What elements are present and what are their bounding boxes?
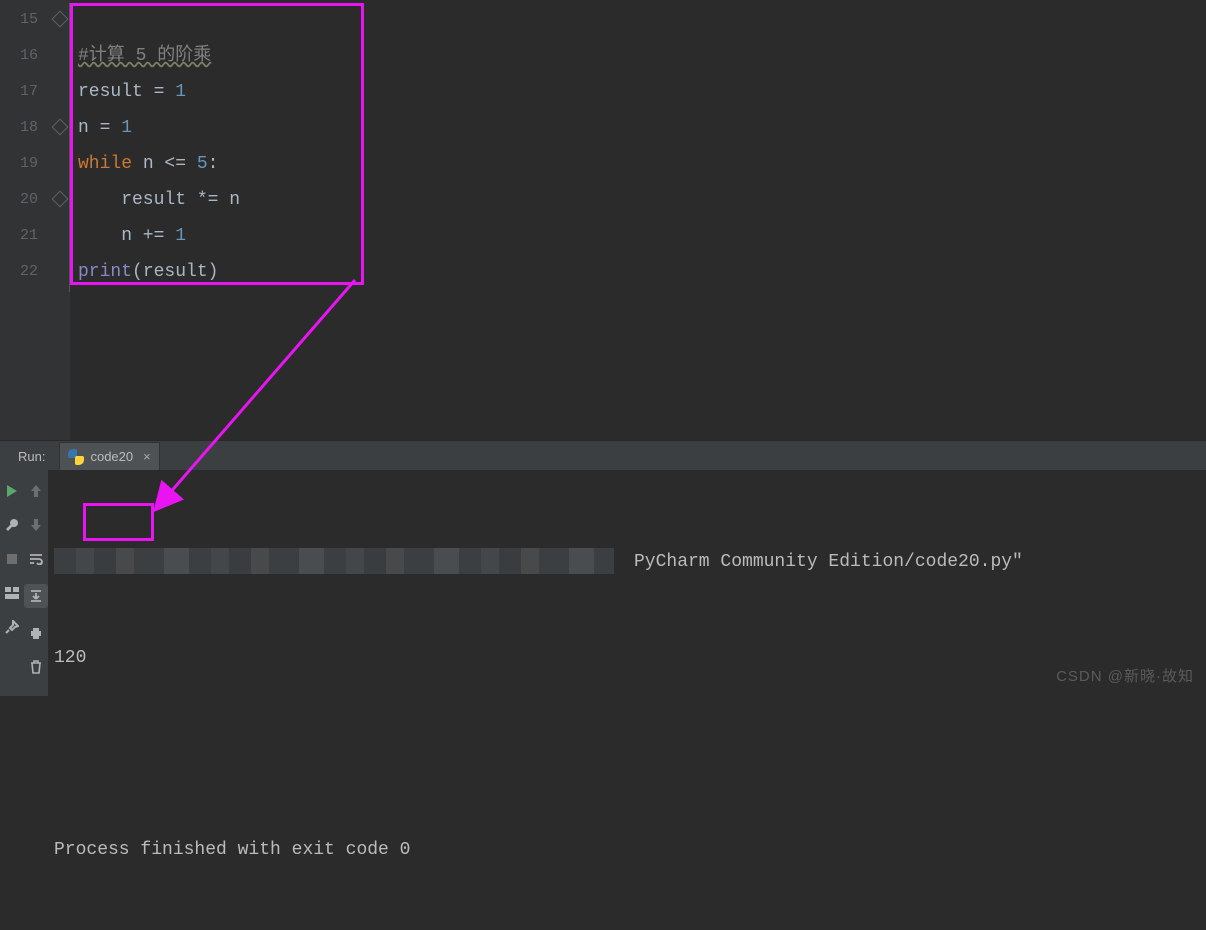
run-toolbar-primary bbox=[0, 470, 24, 696]
console-output[interactable]: PyCharm Community Edition/code20.py" 120… bbox=[48, 470, 1206, 696]
wrench-icon[interactable] bbox=[3, 516, 21, 534]
up-arrow-icon[interactable] bbox=[27, 482, 45, 500]
output-value: 120 bbox=[54, 642, 1200, 674]
python-file-icon bbox=[68, 449, 84, 465]
close-tab-icon[interactable]: × bbox=[143, 449, 151, 464]
code-content[interactable]: #计算 5 的阶乘 result = 1 n = 1 while n <= 5:… bbox=[70, 0, 1206, 440]
fold-icon[interactable] bbox=[52, 11, 69, 28]
fold-gutter bbox=[50, 0, 70, 440]
run-tab-name: code20 bbox=[90, 449, 133, 464]
pin-icon[interactable] bbox=[3, 618, 21, 636]
redacted-path bbox=[54, 548, 614, 574]
down-arrow-icon[interactable] bbox=[27, 516, 45, 534]
fold-icon[interactable] bbox=[52, 191, 69, 208]
code-editor[interactable]: 15 16 17 18 19 20 21 22 #计算 5 的阶乘 result… bbox=[0, 0, 1206, 440]
watermark-text: CSDN @新晓·故知 bbox=[1056, 665, 1194, 686]
run-tool-header: Run: code20 × bbox=[0, 440, 1206, 472]
layout-icon[interactable] bbox=[3, 584, 21, 602]
run-toolbar-secondary bbox=[24, 470, 48, 696]
line-number-gutter: 15 16 17 18 19 20 21 22 bbox=[0, 0, 50, 440]
exit-message: Process finished with exit code 0 bbox=[54, 834, 1200, 866]
soft-wrap-icon[interactable] bbox=[27, 550, 45, 568]
fold-icon[interactable] bbox=[52, 119, 69, 136]
run-label: Run: bbox=[0, 449, 59, 464]
print-icon[interactable] bbox=[27, 624, 45, 642]
stop-icon[interactable] bbox=[3, 550, 21, 568]
trash-icon[interactable] bbox=[27, 658, 45, 676]
rerun-icon[interactable] bbox=[3, 482, 21, 500]
scroll-to-end-icon[interactable] bbox=[24, 584, 48, 608]
command-line: PyCharm Community Edition/code20.py" bbox=[54, 546, 1200, 578]
run-tab[interactable]: code20 × bbox=[59, 442, 159, 472]
